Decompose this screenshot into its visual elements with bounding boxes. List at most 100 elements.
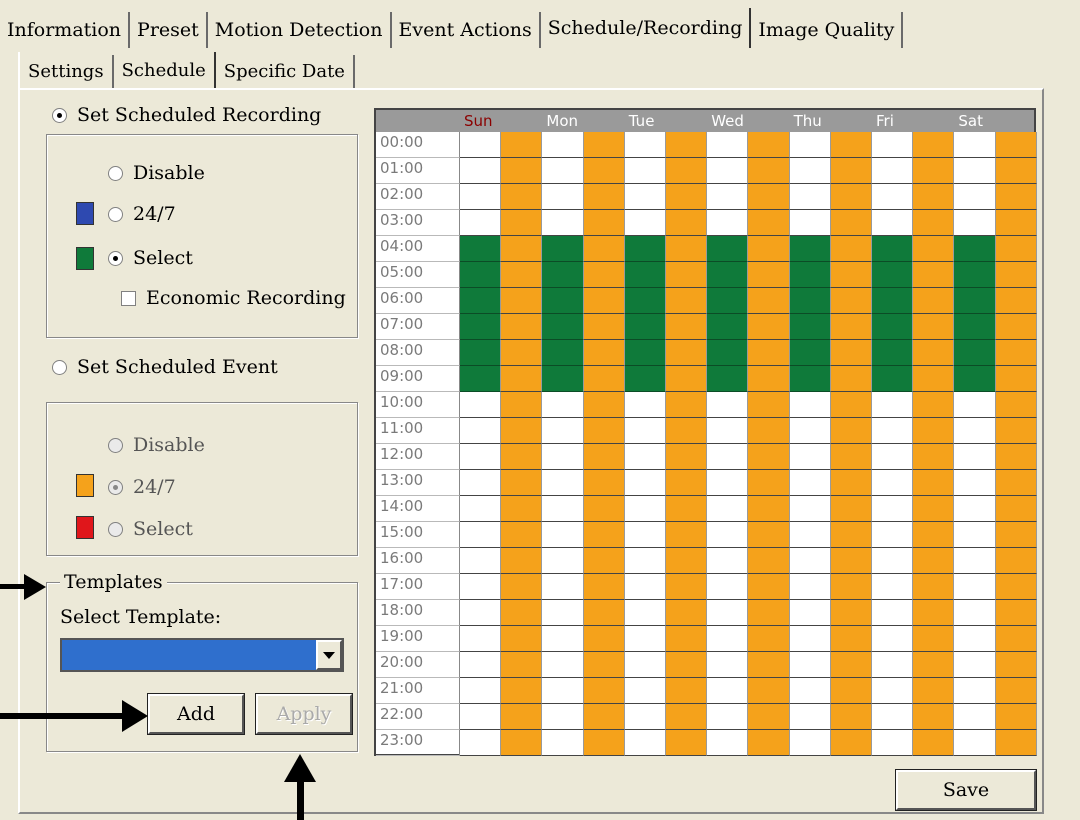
recording-slot-cell[interactable] xyxy=(624,574,666,600)
subtab-schedule[interactable]: Schedule xyxy=(114,52,216,88)
event-slot-cell[interactable] xyxy=(913,184,955,210)
recording-slot-cell[interactable] xyxy=(624,704,666,730)
event-slot-cell[interactable] xyxy=(830,340,872,366)
event-slot-cell[interactable] xyxy=(501,288,543,314)
recording-slot-cell[interactable] xyxy=(624,548,666,574)
event-slot-cell[interactable] xyxy=(748,314,790,340)
recording-slot-cell[interactable] xyxy=(460,132,502,158)
recording-slot-cell[interactable] xyxy=(789,262,831,288)
recording-slot-cell[interactable] xyxy=(460,548,502,574)
recording-slot-cell[interactable] xyxy=(624,470,666,496)
event-slot-cell[interactable] xyxy=(666,184,708,210)
event-slot-cell[interactable] xyxy=(748,496,790,522)
recording-slot-cell[interactable] xyxy=(789,522,831,548)
event-slot-cell[interactable] xyxy=(830,262,872,288)
event-slot-cell[interactable] xyxy=(748,548,790,574)
recording-slot-cell[interactable] xyxy=(789,158,831,184)
event-slot-cell[interactable] xyxy=(913,210,955,236)
recording-slot-cell[interactable] xyxy=(872,158,914,184)
event-slot-cell[interactable] xyxy=(995,574,1037,600)
recording-slot-cell[interactable] xyxy=(624,496,666,522)
recording-slot-cell[interactable] xyxy=(789,548,831,574)
event-slot-cell[interactable] xyxy=(995,314,1037,340)
event-slot-cell[interactable] xyxy=(995,704,1037,730)
event-slot-cell[interactable] xyxy=(913,496,955,522)
event-slot-cell[interactable] xyxy=(995,210,1037,236)
recording-slot-cell[interactable] xyxy=(872,262,914,288)
event-slot-cell[interactable] xyxy=(995,496,1037,522)
event-slot-cell[interactable] xyxy=(583,340,625,366)
recording-slot-cell[interactable] xyxy=(707,444,749,470)
event-slot-cell[interactable] xyxy=(830,132,872,158)
recording-slot-cell[interactable] xyxy=(542,184,584,210)
recording-slot-cell[interactable] xyxy=(624,210,666,236)
event-24-7-radio[interactable]: 24/7 xyxy=(108,476,176,498)
event-slot-cell[interactable] xyxy=(913,652,955,678)
event-slot-cell[interactable] xyxy=(583,574,625,600)
recording-slot-cell[interactable] xyxy=(624,522,666,548)
recording-slot-cell[interactable] xyxy=(872,132,914,158)
event-select-radio[interactable]: Select xyxy=(108,518,193,540)
event-slot-cell[interactable] xyxy=(830,548,872,574)
event-slot-cell[interactable] xyxy=(830,600,872,626)
event-slot-cell[interactable] xyxy=(995,366,1037,392)
event-slot-cell[interactable] xyxy=(748,626,790,652)
scheduled-event-radio[interactable]: Set Scheduled Event xyxy=(52,356,278,378)
event-slot-cell[interactable] xyxy=(666,496,708,522)
recording-slot-cell[interactable] xyxy=(954,418,996,444)
event-slot-cell[interactable] xyxy=(913,548,955,574)
event-slot-cell[interactable] xyxy=(666,626,708,652)
recording-slot-cell[interactable] xyxy=(460,652,502,678)
recording-slot-cell[interactable] xyxy=(460,184,502,210)
recording-slot-cell[interactable] xyxy=(789,626,831,652)
event-slot-cell[interactable] xyxy=(583,158,625,184)
recording-slot-cell[interactable] xyxy=(542,678,584,704)
recording-slot-cell[interactable] xyxy=(789,236,831,262)
recording-slot-cell[interactable] xyxy=(872,652,914,678)
event-slot-cell[interactable] xyxy=(583,392,625,418)
event-slot-cell[interactable] xyxy=(995,652,1037,678)
event-slot-cell[interactable] xyxy=(748,184,790,210)
recording-slot-cell[interactable] xyxy=(872,340,914,366)
recording-slot-cell[interactable] xyxy=(789,678,831,704)
recording-24-7-radio[interactable]: 24/7 xyxy=(108,203,176,225)
recording-slot-cell[interactable] xyxy=(542,652,584,678)
recording-slot-cell[interactable] xyxy=(624,366,666,392)
event-slot-cell[interactable] xyxy=(830,236,872,262)
recording-slot-cell[interactable] xyxy=(542,626,584,652)
event-slot-cell[interactable] xyxy=(748,600,790,626)
recording-slot-cell[interactable] xyxy=(954,158,996,184)
recording-slot-cell[interactable] xyxy=(624,314,666,340)
event-slot-cell[interactable] xyxy=(830,314,872,340)
recording-slot-cell[interactable] xyxy=(872,444,914,470)
recording-slot-cell[interactable] xyxy=(789,366,831,392)
recording-slot-cell[interactable] xyxy=(542,548,584,574)
recording-slot-cell[interactable] xyxy=(954,340,996,366)
event-slot-cell[interactable] xyxy=(666,210,708,236)
recording-slot-cell[interactable] xyxy=(789,288,831,314)
event-slot-cell[interactable] xyxy=(913,340,955,366)
recording-slot-cell[interactable] xyxy=(542,158,584,184)
recording-slot-cell[interactable] xyxy=(707,184,749,210)
event-slot-cell[interactable] xyxy=(830,158,872,184)
recording-slot-cell[interactable] xyxy=(707,132,749,158)
event-slot-cell[interactable] xyxy=(501,678,543,704)
recording-select-radio[interactable]: Select xyxy=(108,247,193,269)
recording-slot-cell[interactable] xyxy=(954,522,996,548)
subtab-settings[interactable]: Settings xyxy=(20,55,114,88)
recording-slot-cell[interactable] xyxy=(954,574,996,600)
event-slot-cell[interactable] xyxy=(995,288,1037,314)
recording-slot-cell[interactable] xyxy=(789,314,831,340)
event-slot-cell[interactable] xyxy=(913,730,955,756)
event-slot-cell[interactable] xyxy=(501,626,543,652)
tab-preset[interactable]: Preset xyxy=(130,12,208,48)
event-slot-cell[interactable] xyxy=(748,678,790,704)
event-slot-cell[interactable] xyxy=(748,158,790,184)
event-slot-cell[interactable] xyxy=(995,626,1037,652)
event-slot-cell[interactable] xyxy=(830,392,872,418)
event-slot-cell[interactable] xyxy=(830,418,872,444)
recording-disable-radio[interactable]: Disable xyxy=(108,162,205,184)
recording-slot-cell[interactable] xyxy=(542,392,584,418)
recording-slot-cell[interactable] xyxy=(954,496,996,522)
add-template-button[interactable]: Add xyxy=(147,693,245,735)
